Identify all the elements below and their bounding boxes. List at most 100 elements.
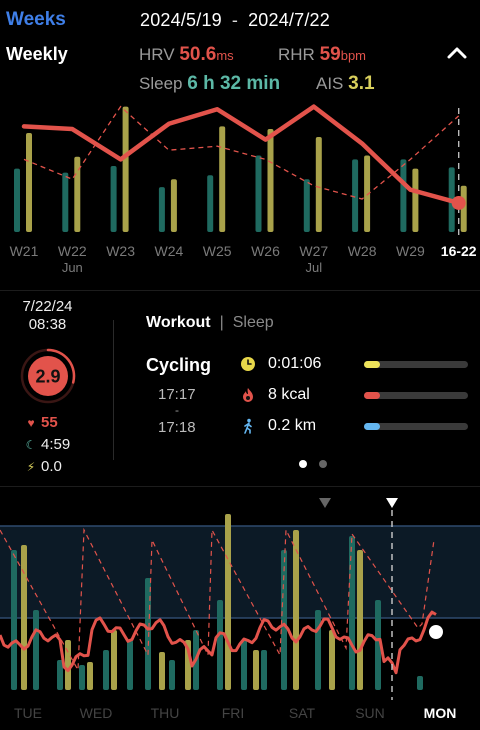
date-range[interactable]: 2024/5/19-2024/7/22: [140, 10, 330, 31]
teal-bar: [33, 610, 39, 690]
column-divider: [113, 320, 114, 460]
teal-bar: [349, 536, 355, 690]
yellow-bar: [87, 662, 93, 690]
detail-date: 7/22/24: [22, 298, 73, 315]
date-start: 2024/5/19: [140, 10, 222, 30]
activity-name: Cycling: [146, 355, 212, 375]
hrv-stat: HRV 50.6ms: [139, 44, 234, 66]
hrv-unit: ms: [216, 48, 234, 63]
event-triangle: [319, 498, 331, 508]
month-label: Jun: [62, 260, 83, 275]
target-band: [0, 526, 480, 618]
tab-sleep[interactable]: Sleep: [233, 314, 274, 331]
tab-workout[interactable]: Workout: [146, 314, 211, 331]
duration-value: 0:01:06: [268, 355, 322, 372]
period-tab-weeks[interactable]: Weeks: [6, 9, 66, 31]
yellow-bar: [253, 650, 259, 690]
duration-metric: 0:01:06: [240, 355, 480, 375]
teal-bar: [11, 550, 17, 690]
header: Weeks 2024/5/19-2024/7/22: [0, 0, 480, 40]
calories-metric: 8 kcal: [240, 386, 480, 406]
sleep-duration-value: 4:59: [41, 436, 71, 453]
week-label: W29: [396, 243, 425, 259]
weekly-trend-chart[interactable]: W21 W22Jun W23 W24 W25 W26 W27Jul W28 W29 16-22: [0, 100, 480, 280]
yellow-bar: [111, 630, 117, 690]
rhr-trend-line: [23, 105, 460, 200]
pager-dot[interactable]: [319, 460, 327, 468]
distance-bar: [364, 423, 468, 430]
detail-time: 08:38: [28, 316, 67, 333]
yellow-bar: [329, 630, 335, 690]
yellow-bar: [293, 530, 299, 690]
yellow-bar: [26, 133, 32, 232]
date-separator: -: [231, 10, 239, 30]
duration-bar: [364, 361, 468, 368]
teal-bar: [352, 159, 359, 232]
teal-bar: [417, 676, 423, 690]
yellow-bar: [21, 545, 27, 690]
section-divider: [0, 290, 480, 291]
duration-bar-fill: [364, 361, 380, 368]
heart-rate-value: 55: [41, 414, 58, 431]
month-label: Jul: [305, 260, 322, 275]
day-label: SAT: [289, 705, 316, 721]
yellow-bar: [219, 126, 226, 232]
calories-value: 8 kcal: [268, 386, 310, 403]
yellow-bar: [65, 640, 71, 690]
distance-value: 0.2 km: [268, 417, 317, 434]
teal-bar: [303, 179, 310, 232]
teal-bar: [207, 175, 214, 232]
moon-icon: ☾: [25, 438, 37, 452]
hrv-value: 50.6: [179, 44, 217, 65]
activity-end-time: 17:18: [158, 419, 196, 436]
week-label: W21: [10, 243, 39, 259]
day-label: TUE: [14, 705, 42, 721]
clock-icon: [241, 357, 255, 371]
selection-triangle: [386, 498, 398, 508]
day-label: SUN: [355, 705, 385, 721]
daily-trend-chart[interactable]: TUE WED THU FRI SAT SUN MON: [0, 490, 480, 730]
sleep-label: Sleep: [139, 74, 183, 93]
week-label: W26: [251, 243, 280, 259]
week-label: W22: [58, 243, 87, 259]
pager-dot-active[interactable]: [299, 460, 307, 468]
current-point: [429, 625, 443, 639]
detail-tabs: Workout | Sleep: [146, 314, 274, 332]
teal-bar: [110, 166, 117, 232]
day-label: THU: [151, 705, 180, 721]
tab-separator: |: [219, 314, 224, 331]
hrv-selected-point: [451, 195, 466, 210]
yellow-bar: [170, 179, 177, 232]
teal-bar: [315, 610, 321, 690]
rhr-stat: RHR 59bpm: [278, 44, 366, 66]
heart-icon: ♥: [27, 416, 35, 430]
teal-bar: [127, 640, 133, 690]
calories-bar: [364, 392, 468, 399]
yellow-bar: [315, 136, 322, 232]
week-label: W28: [348, 243, 377, 259]
rhr-label: RHR: [278, 45, 315, 64]
week-label: W25: [203, 243, 232, 259]
activity-start-time: 17:17: [158, 386, 196, 403]
ais-value: 3.1: [348, 73, 375, 94]
yellow-bar: [225, 514, 231, 690]
teal-bar: [158, 187, 165, 232]
teal-bar: [255, 155, 262, 232]
teal-bar: [79, 665, 85, 690]
ais-score-ring: 2.9: [20, 348, 76, 404]
week-label: W23: [106, 243, 135, 259]
energy-stat: ⚡ 0.0: [24, 458, 62, 475]
ais-stat: AIS 3.1: [316, 73, 375, 95]
sleep-stat: Sleep 6 h 32 min: [139, 73, 280, 95]
rhr-value: 59: [319, 44, 341, 65]
period-label: Weekly: [6, 44, 68, 64]
week-label: W24: [155, 243, 184, 259]
chevron-up-icon[interactable]: [444, 40, 470, 66]
sleep-duration-stat: ☾ 4:59: [24, 436, 71, 453]
teal-bar: [103, 650, 109, 690]
energy-value: 0.0: [41, 458, 62, 475]
yellow-bar: [412, 168, 419, 232]
teal-bar: [217, 600, 223, 690]
calories-bar-fill: [364, 392, 380, 399]
teal-bar: [145, 578, 151, 690]
